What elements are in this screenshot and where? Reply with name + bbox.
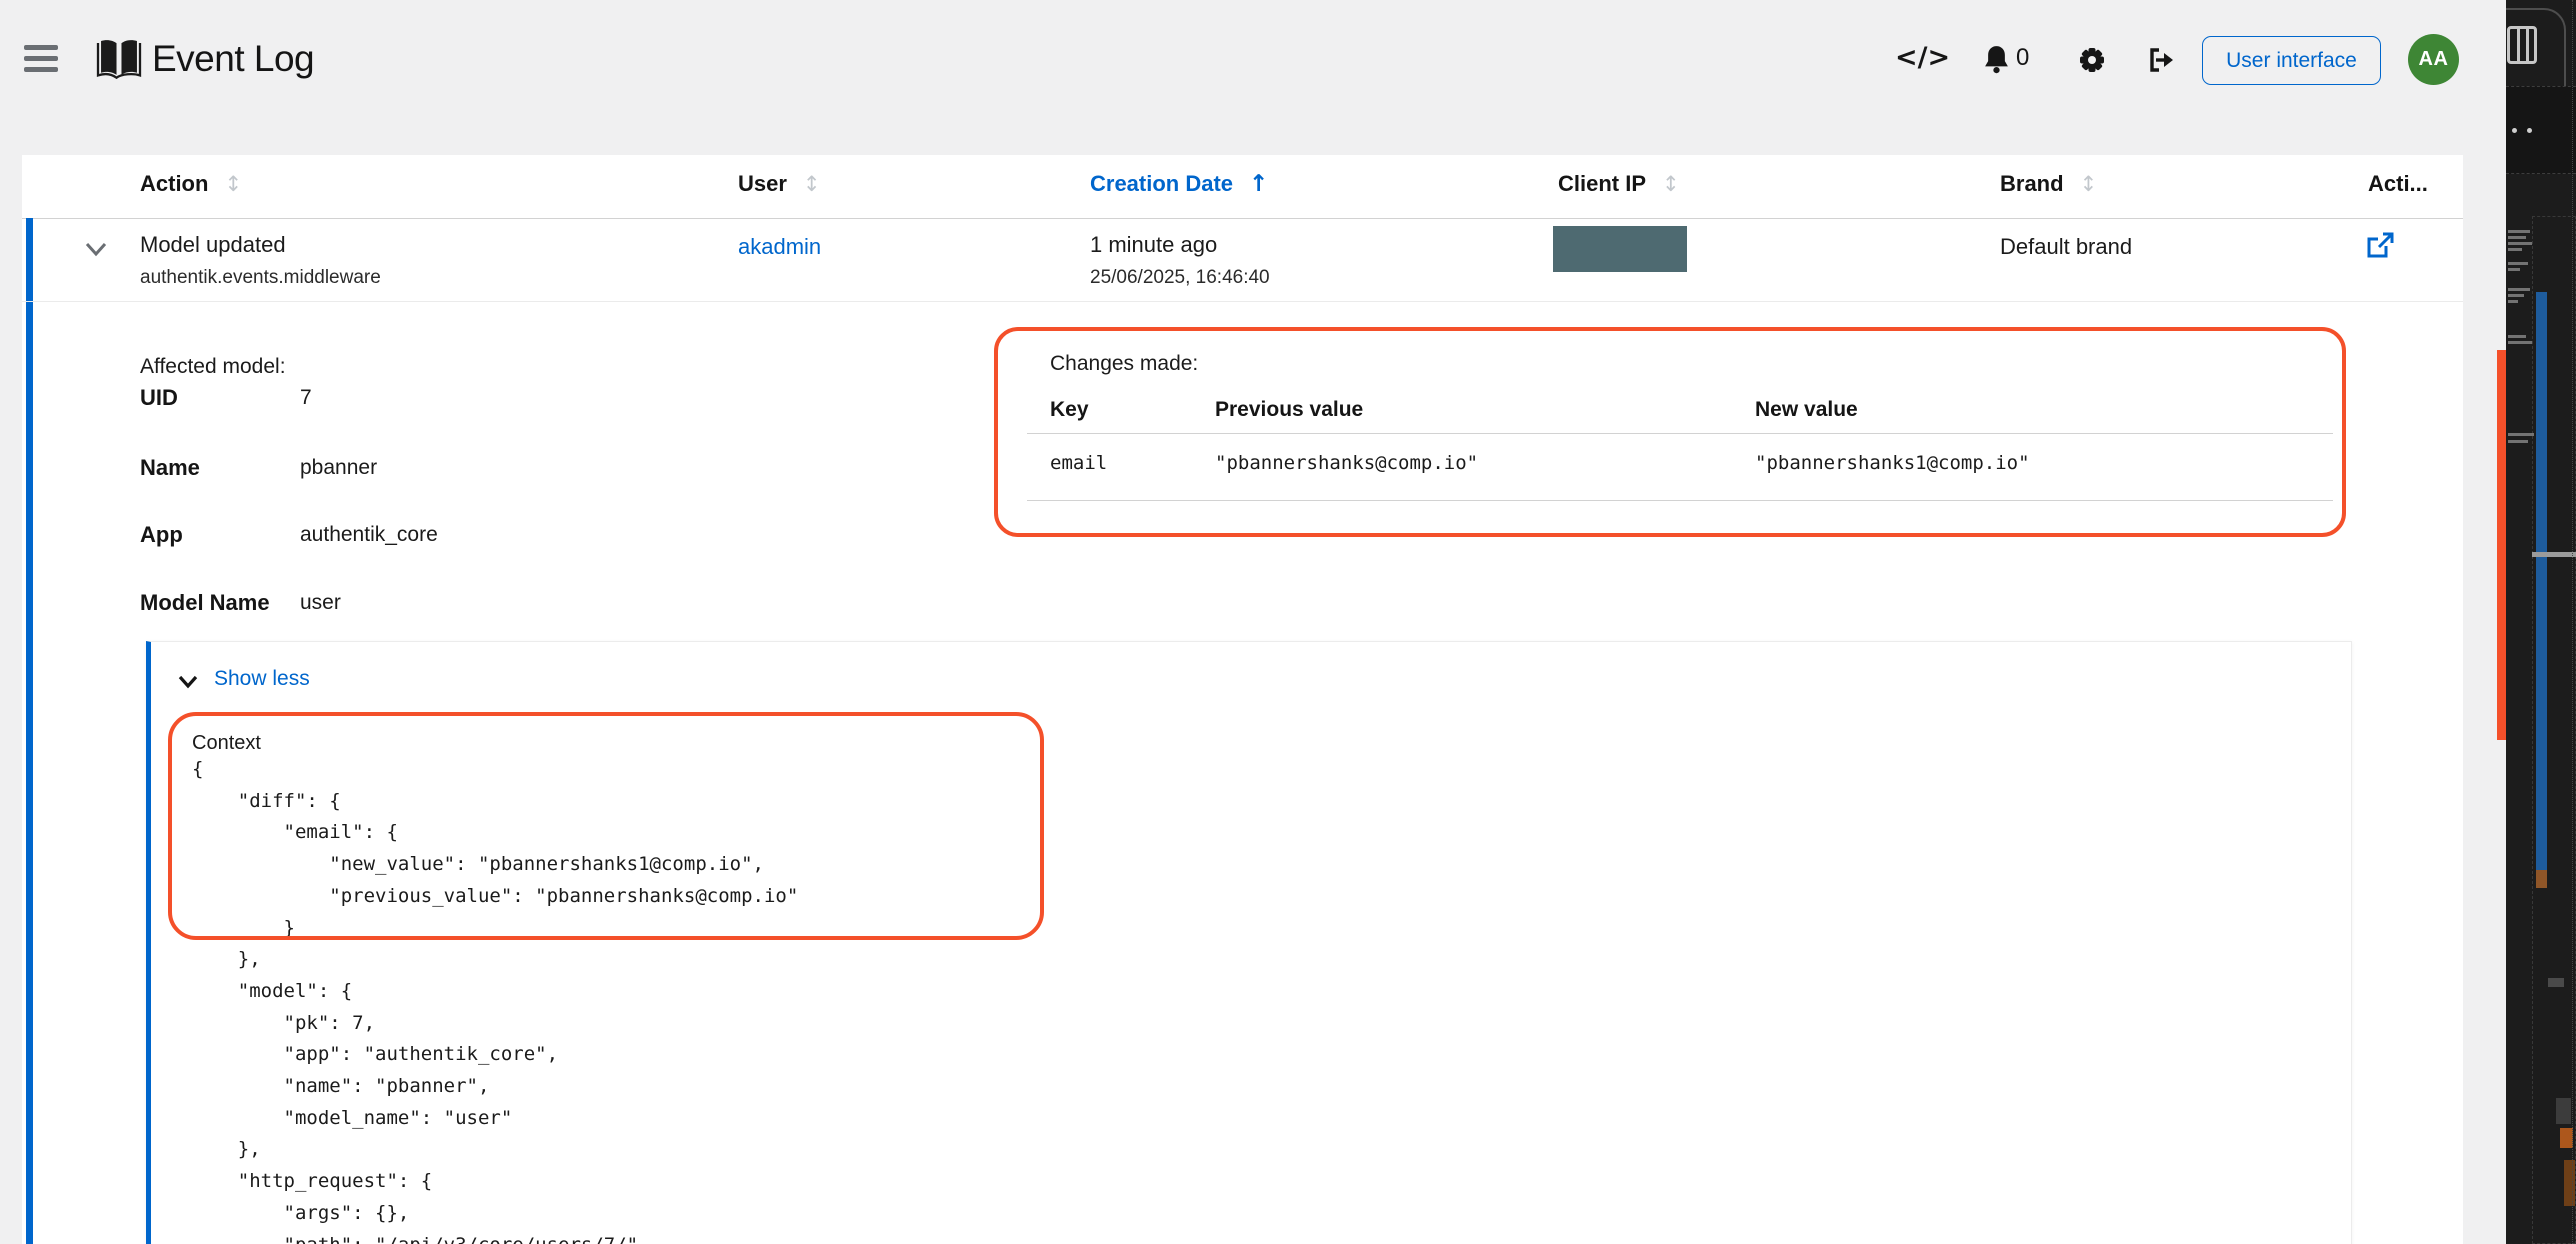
event-context-box: Show less Context { "diff": { "email": {… <box>146 641 2352 1244</box>
hamburger-menu-icon[interactable] <box>24 45 58 72</box>
event-created-relative: 1 minute ago <box>1090 232 1217 258</box>
table-layout-icon <box>2507 26 2537 64</box>
minimap-blob <box>2548 978 2564 987</box>
minimap-text-smudge <box>2508 248 2522 251</box>
changes-key: email <box>1050 452 1107 474</box>
open-book-icon <box>96 38 142 80</box>
open-event-share-icon[interactable] <box>2366 232 2394 260</box>
sort-idle-icon[interactable]: ↕ <box>803 172 821 196</box>
changes-col-new: New value <box>1755 398 1858 422</box>
minimap-scroll-bar <box>2536 292 2547 870</box>
field-value: pbanner <box>300 456 377 480</box>
minimap-text-smudge <box>2508 300 2518 303</box>
minimap-blob <box>2556 1098 2571 1124</box>
column-header-actions: Acti... <box>2368 171 2428 197</box>
minimap-text-smudge <box>2508 341 2532 344</box>
minimap-text-smudge <box>2508 335 2526 338</box>
dot <box>2527 128 2532 133</box>
changes-col-previous: Previous value <box>1215 398 1363 422</box>
changes-made-title: Changes made: <box>1050 352 1198 376</box>
minimap-text-smudge <box>2508 440 2528 443</box>
avatar-initials: AA <box>2419 48 2449 71</box>
settings-gear-icon[interactable] <box>2077 45 2107 75</box>
changes-divider <box>1027 500 2333 501</box>
sort-idle-icon[interactable]: ↕ <box>1662 172 1680 196</box>
minimap-text-smudge <box>2508 230 2530 233</box>
show-less-chevron-icon[interactable] <box>178 675 198 689</box>
changes-col-key: Key <box>1050 398 1089 422</box>
page-title: Event Log <box>152 38 314 80</box>
show-less-toggle[interactable]: Show less <box>214 667 310 691</box>
changes-previous-value: "pbannershanks@comp.io" <box>1215 452 1478 474</box>
minimap-text-smudge <box>2508 262 2528 265</box>
dot <box>2512 128 2517 133</box>
sort-idle-icon[interactable]: ↕ <box>224 172 242 196</box>
column-header-client-ip[interactable]: Client IP ↕ <box>1558 171 1680 197</box>
user-interface-button[interactable]: User interface <box>2202 36 2381 85</box>
panel-edge-dotted-line <box>2572 0 2573 1244</box>
minimap-viewport-line <box>2532 552 2576 557</box>
column-header-creation-date[interactable]: Creation Date ↑ <box>1090 171 1268 197</box>
minimap-blob <box>2564 1160 2575 1206</box>
context-label: Context <box>192 732 261 755</box>
ellipsis-box <box>2506 86 2576 174</box>
field-value: 7 <box>300 386 312 410</box>
field-label: Name <box>140 455 200 481</box>
sign-out-icon[interactable] <box>2147 46 2175 74</box>
minimap-text-smudge <box>2508 294 2524 297</box>
avatar[interactable]: AA <box>2408 34 2459 85</box>
collapse-row-chevron-icon[interactable] <box>84 241 108 257</box>
sort-idle-icon[interactable]: ↕ <box>2080 172 2098 196</box>
minimap-text-smudge <box>2508 288 2530 291</box>
changes-new-value: "pbannershanks1@comp.io" <box>1755 452 2030 474</box>
sort-ascending-icon[interactable]: ↑ <box>1249 171 1268 197</box>
field-label: UID <box>140 385 178 411</box>
minimap-text-smudge <box>2508 433 2534 436</box>
minimap-text-smudge <box>2508 236 2526 239</box>
event-log-page: Event Log </> 0 User interface AA <box>0 0 2576 1244</box>
event-action: Model updated <box>140 232 286 258</box>
context-json: { "diff": { "email": { "new_value": "pba… <box>192 754 798 1244</box>
event-created-absolute: 25/06/2025, 16:46:40 <box>1090 267 1270 289</box>
notification-count: 0 <box>2016 44 2029 72</box>
field-label: Model Name <box>140 590 270 616</box>
event-table-card: Action ↕ User ↕ Creation Date ↑ Client I… <box>22 155 2463 1244</box>
user-interface-button-label: User interface <box>2226 49 2357 73</box>
event-brand: Default brand <box>2000 234 2132 260</box>
column-header-user[interactable]: User ↕ <box>738 171 821 197</box>
side-panel-strip <box>2506 0 2576 1244</box>
changes-divider <box>1027 433 2333 434</box>
row-divider <box>22 301 2463 302</box>
api-code-icon[interactable]: </> <box>1895 42 1950 73</box>
client-ip-redaction-box <box>1553 226 1687 272</box>
expanded-row-indicator <box>26 218 33 1244</box>
event-action-app: authentik.events.middleware <box>140 267 381 289</box>
table-header-row: Action ↕ User ↕ Creation Date ↑ Client I… <box>22 155 2463 219</box>
affected-model-label: Affected model: <box>140 355 286 379</box>
notifications-bell-icon[interactable] <box>1983 45 2010 74</box>
minimap-marker <box>2536 870 2547 888</box>
field-label: App <box>140 522 183 548</box>
column-header-brand[interactable]: Brand ↕ <box>2000 171 2097 197</box>
annotation-bar-right <box>2497 350 2506 740</box>
minimap-text-smudge <box>2508 242 2532 245</box>
column-header-action[interactable]: Action ↕ <box>140 171 242 197</box>
field-value: user <box>300 591 341 615</box>
minimap-text-smudge <box>2508 268 2520 271</box>
field-value: authentik_core <box>300 523 438 547</box>
event-user-link[interactable]: akadmin <box>738 234 821 260</box>
